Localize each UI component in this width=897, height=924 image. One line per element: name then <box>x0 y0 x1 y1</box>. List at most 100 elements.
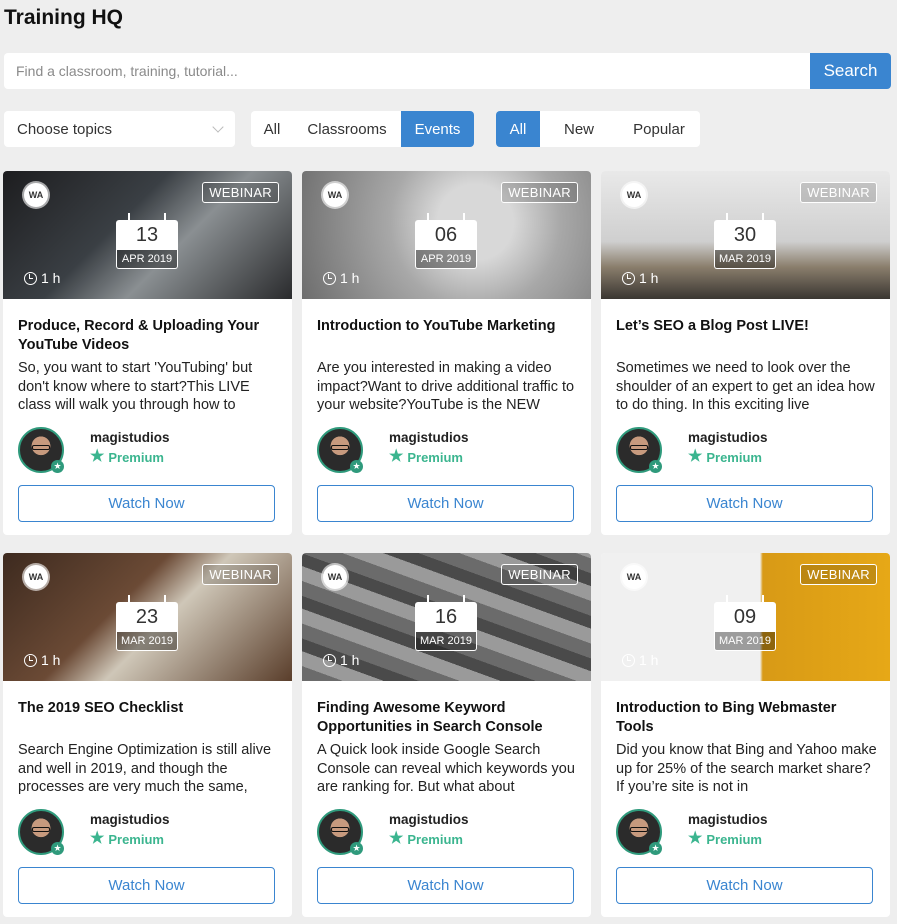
topics-dropdown[interactable]: Choose topics <box>4 111 235 147</box>
watch-now-button[interactable]: Watch Now <box>18 867 275 904</box>
premium-label: Premium <box>706 449 762 465</box>
event-description: Did you know that Bing and Yahoo make up… <box>616 742 877 795</box>
author-info: ★ magistudios ★ Premium <box>317 427 577 473</box>
event-month: MAR 2019 <box>714 250 776 269</box>
author-info: ★ magistudios ★ Premium <box>616 809 876 855</box>
duration: 1 h <box>622 270 658 286</box>
author-name[interactable]: magistudios <box>389 812 469 827</box>
star-badge-icon: ★ <box>350 842 363 855</box>
event-thumbnail[interactable]: WA WEBINAR 13 APR 2019 1 h <box>3 171 292 299</box>
duration-text: 1 h <box>41 652 61 668</box>
watch-now-button[interactable]: Watch Now <box>18 485 275 522</box>
search-button[interactable]: Search <box>810 53 891 89</box>
event-title[interactable]: The 2019 SEO Checklist <box>18 699 280 718</box>
duration-text: 1 h <box>639 652 659 668</box>
watch-now-button[interactable]: Watch Now <box>616 485 873 522</box>
event-card-4: WA WEBINAR 23 MAR 2019 1 h The 2019 SEO … <box>3 553 292 917</box>
watch-now-button[interactable]: Watch Now <box>317 867 574 904</box>
premium-label: Premium <box>706 831 762 847</box>
watch-now-button[interactable]: Watch Now <box>616 867 873 904</box>
wa-logo-icon: WA <box>24 183 48 207</box>
type-filter: All Classrooms Events <box>251 111 474 147</box>
event-day: 23 <box>116 602 178 632</box>
event-month: APR 2019 <box>415 250 477 269</box>
sort-filter-new[interactable]: New <box>540 111 618 147</box>
star-badge-icon: ★ <box>51 842 64 855</box>
event-title[interactable]: Let’s SEO a Blog Post LIVE! <box>616 317 878 336</box>
event-month: MAR 2019 <box>714 632 776 651</box>
webinar-badge: WEBINAR <box>800 182 877 203</box>
event-thumbnail[interactable]: WA WEBINAR 09 MAR 2019 1 h <box>601 553 890 681</box>
duration: 1 h <box>323 270 359 286</box>
star-badge-icon: ★ <box>649 842 662 855</box>
event-month: MAR 2019 <box>116 632 178 651</box>
wa-logo-icon: WA <box>323 183 347 207</box>
star-badge-icon: ★ <box>350 460 363 473</box>
clock-icon <box>323 271 336 285</box>
event-description: Are you interested in making a video imp… <box>317 360 575 413</box>
event-day: 13 <box>116 220 178 250</box>
event-title[interactable]: Produce, Record & Uploading Your YouTube… <box>18 317 280 355</box>
event-card-2: WA WEBINAR 06 APR 2019 1 h Introduction … <box>302 171 591 535</box>
wa-logo-icon: WA <box>323 565 347 589</box>
star-icon: ★ <box>90 448 105 465</box>
author-name[interactable]: magistudios <box>389 430 469 445</box>
date-calendar-icon: 09 MAR 2019 <box>714 595 776 651</box>
type-filter-classrooms[interactable]: Classrooms <box>293 111 401 147</box>
type-filter-all[interactable]: All <box>251 111 293 147</box>
event-card-6: WA WEBINAR 09 MAR 2019 1 h Introduction … <box>601 553 890 917</box>
watch-now-button[interactable]: Watch Now <box>317 485 574 522</box>
duration-text: 1 h <box>41 270 61 286</box>
duration: 1 h <box>622 652 658 668</box>
event-day: 30 <box>714 220 776 250</box>
event-day: 09 <box>714 602 776 632</box>
author-name[interactable]: magistudios <box>90 430 170 445</box>
star-icon: ★ <box>688 448 703 465</box>
event-thumbnail[interactable]: WA WEBINAR 06 APR 2019 1 h <box>302 171 591 299</box>
search-input[interactable] <box>4 53 810 89</box>
event-day: 16 <box>415 602 477 632</box>
date-calendar-icon: 30 MAR 2019 <box>714 213 776 269</box>
duration-text: 1 h <box>340 652 360 668</box>
webinar-badge: WEBINAR <box>202 182 279 203</box>
event-description: So, you want to start 'YouTubing' but do… <box>18 360 253 413</box>
duration: 1 h <box>24 270 60 286</box>
star-icon: ★ <box>90 830 105 847</box>
star-badge-icon: ★ <box>51 460 64 473</box>
type-filter-events[interactable]: Events <box>401 111 474 147</box>
sort-filter-all[interactable]: All <box>496 111 540 147</box>
event-description: A Quick look inside Google Search Consol… <box>317 742 575 795</box>
wa-logo-icon: WA <box>24 565 48 589</box>
webinar-badge: WEBINAR <box>202 564 279 585</box>
event-title[interactable]: Introduction to YouTube Marketing <box>317 317 579 336</box>
author-name[interactable]: magistudios <box>688 812 768 827</box>
premium-label: Premium <box>108 449 164 465</box>
event-title[interactable]: Finding Awesome Keyword Opportunities in… <box>317 699 579 737</box>
star-badge-icon: ★ <box>649 460 662 473</box>
premium-badge: ★ Premium <box>688 449 762 465</box>
event-thumbnail[interactable]: WA WEBINAR 30 MAR 2019 1 h <box>601 171 890 299</box>
star-icon: ★ <box>389 830 404 847</box>
clock-icon <box>24 653 37 667</box>
sort-filter-popular[interactable]: Popular <box>618 111 700 147</box>
event-thumbnail[interactable]: WA WEBINAR 23 MAR 2019 1 h <box>3 553 292 681</box>
premium-label: Premium <box>407 831 463 847</box>
event-card-5: WA WEBINAR 16 MAR 2019 1 h Finding Aweso… <box>302 553 591 917</box>
duration-text: 1 h <box>340 270 360 286</box>
event-thumbnail[interactable]: WA WEBINAR 16 MAR 2019 1 h <box>302 553 591 681</box>
event-title[interactable]: Introduction to Bing Webmaster Tools <box>616 699 878 737</box>
premium-badge: ★ Premium <box>389 449 463 465</box>
event-card-1: WA WEBINAR 13 APR 2019 1 h Produce, Reco… <box>3 171 292 535</box>
premium-badge: ★ Premium <box>688 831 762 847</box>
webinar-badge: WEBINAR <box>800 564 877 585</box>
duration: 1 h <box>24 652 60 668</box>
page-title: Training HQ <box>4 6 124 29</box>
premium-label: Premium <box>108 831 164 847</box>
event-day: 06 <box>415 220 477 250</box>
author-name[interactable]: magistudios <box>688 430 768 445</box>
date-calendar-icon: 13 APR 2019 <box>116 213 178 269</box>
author-name[interactable]: magistudios <box>90 812 170 827</box>
duration-text: 1 h <box>639 270 659 286</box>
event-month: MAR 2019 <box>415 632 477 651</box>
clock-icon <box>622 653 635 667</box>
